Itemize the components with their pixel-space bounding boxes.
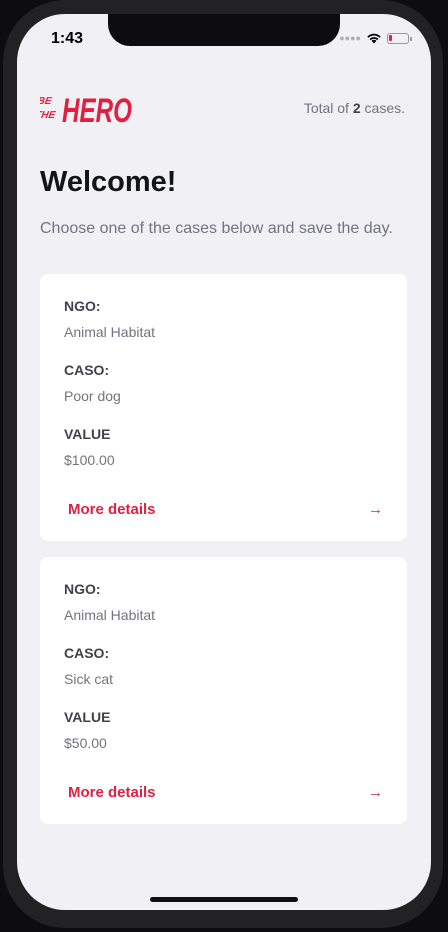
- value-amount: $100.00: [64, 452, 115, 468]
- more-details-label[interactable]: More details: [68, 501, 156, 518]
- phone-bezel: 1:43 ●●●● BE THE HERO Total of 2 cases. …: [3, 0, 443, 928]
- case-card: NGO: Animal Habitat CASO: Poor dog VALUE…: [40, 274, 407, 541]
- total-cases-text: Total of 2 cases.: [303, 100, 405, 116]
- caso-value: Sick cat: [64, 671, 114, 687]
- value-label: VALUE: [64, 426, 111, 442]
- svg-text:THE: THE: [40, 110, 56, 121]
- svg-text:BE: BE: [40, 96, 53, 107]
- app-header: BE THE HERO Total of 2 cases.: [40, 78, 405, 138]
- wifi-icon: [367, 33, 381, 44]
- page-title: Welcome!: [40, 166, 177, 198]
- more-details-label[interactable]: More details: [68, 784, 156, 801]
- ngo-label: NGO:: [64, 298, 101, 314]
- status-time: 1:43: [51, 30, 84, 47]
- total-cases-count: 2: [352, 100, 361, 116]
- app-screen: 1:43 ●●●● BE THE HERO Total of 2 cases. …: [17, 14, 431, 910]
- device-notch: [108, 14, 340, 46]
- caso-value: Poor dog: [64, 388, 121, 404]
- phone-frame: 1:43 ●●●● BE THE HERO Total of 2 cases. …: [0, 0, 448, 932]
- more-details-button[interactable]: More details →: [68, 784, 383, 801]
- ngo-value: Animal Habitat: [64, 324, 156, 340]
- caso-label: CASO:: [64, 645, 110, 661]
- arrow-right-icon[interactable]: →: [368, 785, 383, 800]
- ngo-value: Animal Habitat: [64, 607, 156, 623]
- ngo-label: NGO:: [64, 581, 101, 597]
- cellular-signal-icon: ●●●●: [339, 33, 361, 43]
- battery-icon: [387, 32, 412, 44]
- more-details-button[interactable]: More details →: [68, 501, 383, 518]
- value-label: VALUE: [64, 709, 111, 725]
- arrow-right-icon[interactable]: →: [368, 502, 383, 517]
- be-the-hero-logo: BE THE HERO: [40, 88, 135, 128]
- case-card: NGO: Animal Habitat CASO: Sick cat VALUE…: [40, 557, 407, 824]
- status-indicators: ●●●●: [339, 32, 412, 44]
- case-list: NGO: Animal Habitat CASO: Poor dog VALUE…: [40, 274, 407, 840]
- svg-text:HERO: HERO: [62, 92, 132, 128]
- caso-label: CASO:: [64, 362, 110, 378]
- value-amount: $50.00: [64, 735, 107, 751]
- page-subtitle: Choose one of the cases below and save t…: [40, 220, 393, 237]
- home-indicator[interactable]: [150, 897, 298, 902]
